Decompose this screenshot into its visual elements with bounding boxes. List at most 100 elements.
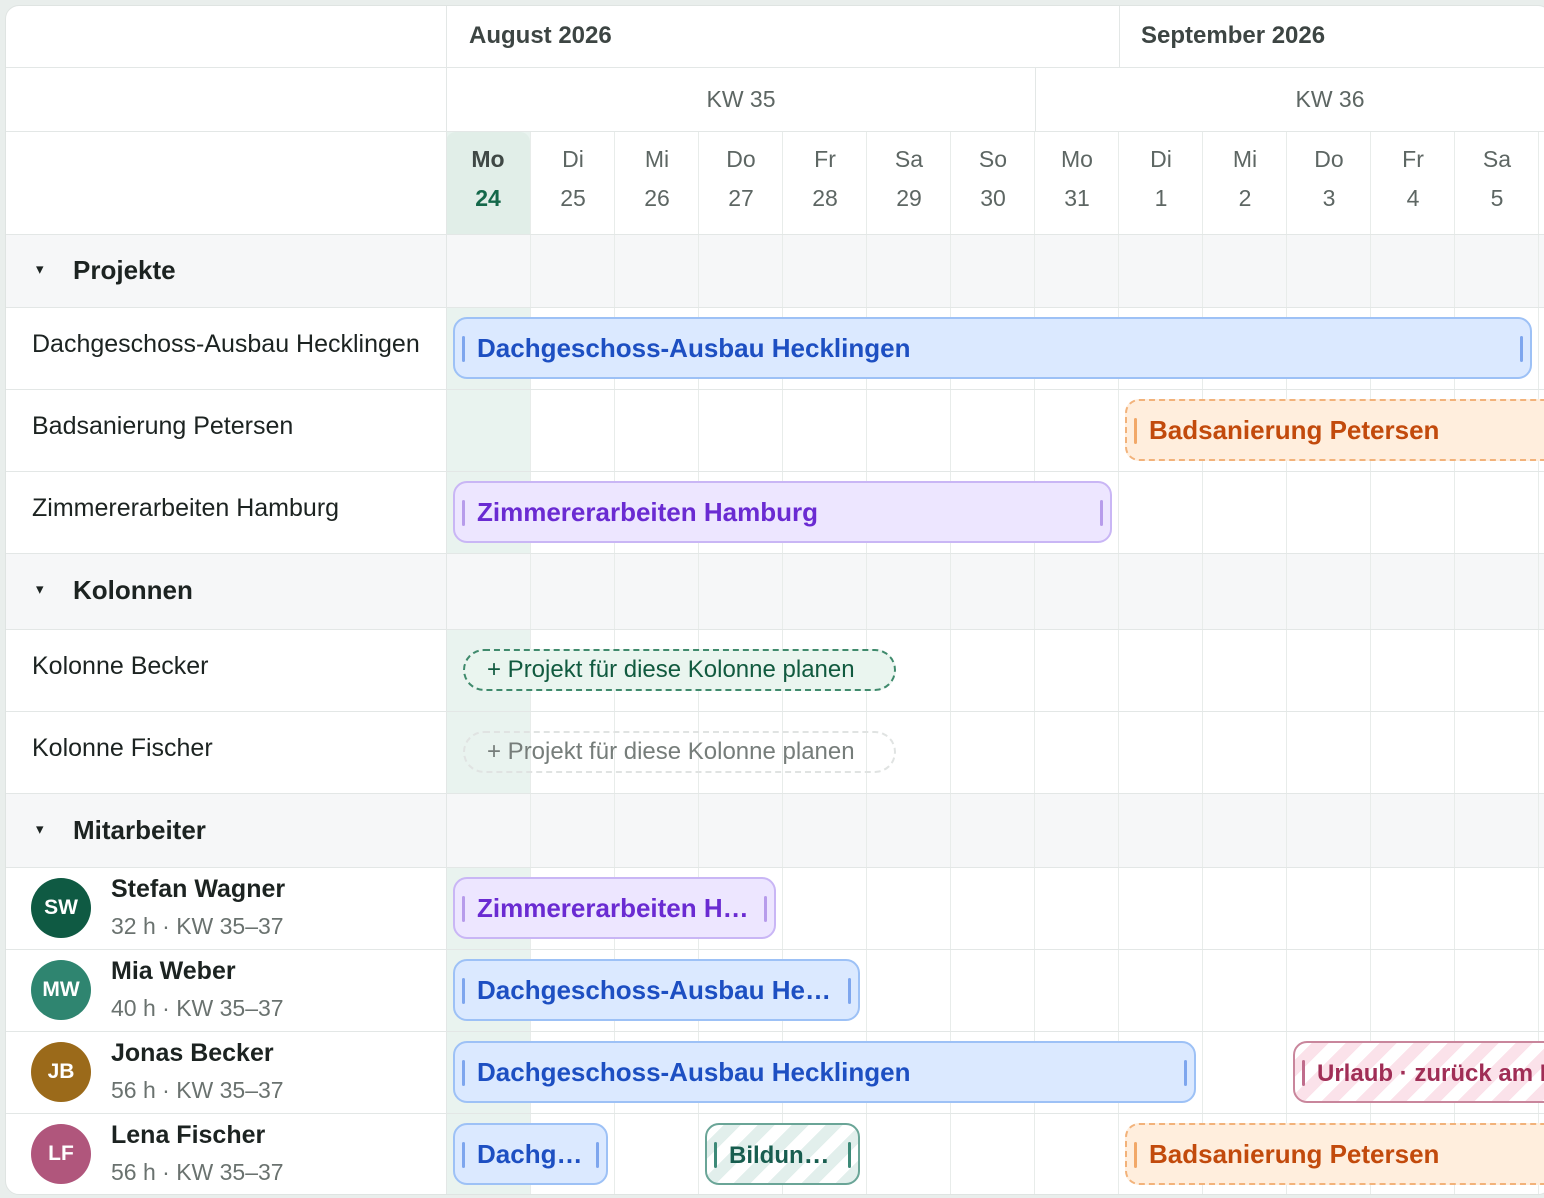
resize-handle-icon[interactable] [462, 500, 465, 526]
assignment-bar[interactable]: Badsanierung Petersen [1125, 1123, 1544, 1185]
day-column-header[interactable]: Fr 28 [783, 132, 867, 234]
day-column-header[interactable]: Fr 4 [1371, 132, 1455, 234]
day-column-header[interactable]: Mi 2 [1203, 132, 1287, 234]
group-title-projekte: Projekte [73, 255, 176, 285]
day-date: 31 [1064, 185, 1090, 211]
training-bar[interactable]: Bildungsurlaub [705, 1123, 860, 1185]
group-row-mitarbeiter[interactable]: ▾ Mitarbeiter [6, 794, 1544, 867]
day-name: Di [1150, 146, 1172, 172]
employee-hours: 32 h · KW 35–37 [111, 913, 284, 939]
day-date: 28 [812, 185, 838, 211]
bar-label: Dachgeschoss-Ausbau Hecklingen [477, 1139, 608, 1169]
day-grid-line [950, 132, 951, 1194]
employee-name[interactable]: Stefan Wagner [111, 875, 285, 904]
plan-project-button[interactable]: + Projekt für diese Kolonne planen [463, 649, 896, 691]
bar-label: Dachgeschoss-Ausbau Hecklingen [477, 333, 911, 363]
caret-down-icon[interactable]: ▾ [36, 260, 44, 278]
group-row-kolonnen[interactable]: ▾ Kolonnen [6, 554, 1544, 629]
row-divider [6, 1031, 1544, 1032]
resize-handle-icon[interactable] [1134, 1142, 1137, 1168]
day-column-header[interactable]: Di 1 [1119, 132, 1203, 234]
day-grid-line [1202, 132, 1203, 1194]
project-label[interactable]: Zimmererarbeiten Hamburg [32, 494, 424, 523]
employee-hours: 40 h · KW 35–37 [111, 995, 284, 1021]
day-column-header[interactable]: Mo 24 [446, 132, 530, 234]
bar-label: Zimmererarbeiten Hamburg [477, 497, 818, 527]
avatar: JB [31, 1042, 91, 1102]
day-column-header[interactable]: Mo 31 [1035, 132, 1119, 234]
project-label[interactable]: Badsanierung Petersen [32, 412, 424, 441]
group-row-projekte[interactable]: ▾ Projekte [6, 235, 1544, 307]
day-date: 24 [475, 185, 501, 211]
day-name: Mo [471, 146, 505, 172]
employee-name[interactable]: Lena Fischer [111, 1121, 265, 1150]
project-bar[interactable]: Dachgeschoss-Ausbau Hecklingen [453, 317, 1532, 379]
vacation-bar[interactable]: Urlaub · zurück am Mo [1293, 1041, 1544, 1103]
project-label[interactable]: Dachgeschoss-Ausbau Hecklingen [32, 330, 424, 359]
assignment-bar[interactable]: Dachgeschoss-Ausbau Hecklingen [453, 959, 860, 1021]
employee-hours: 56 h · KW 35–37 [111, 1159, 284, 1185]
day-name: Fr [814, 146, 836, 172]
project-bar[interactable]: Badsanierung Petersen [1125, 399, 1544, 461]
employee-name[interactable]: Jonas Becker [111, 1039, 274, 1068]
day-column-header[interactable]: Sa 5 [1455, 132, 1539, 234]
crew-label[interactable]: Kolonne Fischer [32, 734, 424, 763]
avatar: SW [31, 878, 91, 938]
day-name: Di [562, 146, 584, 172]
day-name: Sa [1482, 146, 1512, 172]
day-date: 1 [1154, 185, 1168, 211]
day-column-header[interactable]: Do 3 [1287, 132, 1371, 234]
resize-handle-icon[interactable] [462, 978, 465, 1004]
day-date: 3 [1322, 185, 1336, 211]
plan-project-button[interactable]: + Projekt für diese Kolonne planen [463, 731, 896, 773]
row-divider [6, 1113, 1544, 1114]
day-column-header[interactable]: Di 25 [531, 132, 615, 234]
resize-handle-icon[interactable] [764, 896, 767, 922]
assignment-bar[interactable]: Dachgeschoss-Ausbau Hecklingen [453, 1041, 1196, 1103]
day-grid-line [1286, 132, 1287, 1194]
employee-hours: 56 h · KW 35–37 [111, 1077, 284, 1103]
caret-down-icon[interactable]: ▾ [36, 580, 44, 598]
row-divider [6, 629, 1544, 630]
row-divider [6, 471, 1544, 472]
day-name: Mi [644, 146, 670, 172]
resize-handle-icon[interactable] [848, 1142, 851, 1168]
employee-name[interactable]: Mia Weber [111, 957, 236, 986]
resize-handle-icon[interactable] [1184, 1060, 1187, 1086]
resize-handle-icon[interactable] [462, 336, 465, 362]
row-divider [6, 867, 1544, 868]
resize-handle-icon[interactable] [462, 1142, 465, 1168]
day-date: 4 [1406, 185, 1420, 211]
resize-handle-icon[interactable] [714, 1142, 717, 1168]
resize-handle-icon[interactable] [1134, 418, 1137, 444]
assignment-bar[interactable]: Zimmererarbeiten Hamburg [453, 877, 776, 939]
bar-label: Zimmererarbeiten Hamburg [477, 893, 776, 923]
project-bar[interactable]: Zimmererarbeiten Hamburg [453, 481, 1112, 543]
crew-label[interactable]: Kolonne Becker [32, 652, 424, 681]
day-grid-line [1034, 132, 1035, 1194]
day-date: 29 [896, 185, 922, 211]
assignment-bar[interactable]: Dachgeschoss-Ausbau Hecklingen [453, 1123, 608, 1185]
resize-handle-icon[interactable] [462, 1060, 465, 1086]
day-column-header[interactable]: Sa 29 [867, 132, 951, 234]
day-grid-line [1118, 132, 1119, 1194]
day-column-header[interactable]: So 30 [951, 132, 1035, 234]
day-name: Do [726, 146, 756, 172]
row-divider [6, 234, 1544, 235]
day-column-header[interactable]: Mi 26 [615, 132, 699, 234]
day-name: So [978, 146, 1008, 172]
day-column-header[interactable]: Do 27 [699, 132, 783, 234]
resize-handle-icon[interactable] [848, 978, 851, 1004]
caret-down-icon[interactable]: ▾ [36, 820, 44, 838]
avatar: MW [31, 960, 91, 1020]
resize-handle-icon[interactable] [462, 896, 465, 922]
resize-handle-icon[interactable] [1520, 336, 1523, 362]
bar-label: Badsanierung Petersen [1149, 1139, 1440, 1169]
resize-handle-icon[interactable] [1100, 500, 1103, 526]
month-september: September 2026 [1141, 22, 1326, 49]
resize-handle-icon[interactable] [596, 1142, 599, 1168]
day-grid-line [1538, 132, 1539, 1194]
day-date: 27 [728, 185, 754, 211]
resize-handle-icon[interactable] [1302, 1060, 1305, 1086]
day-grid-line [1370, 132, 1371, 1194]
